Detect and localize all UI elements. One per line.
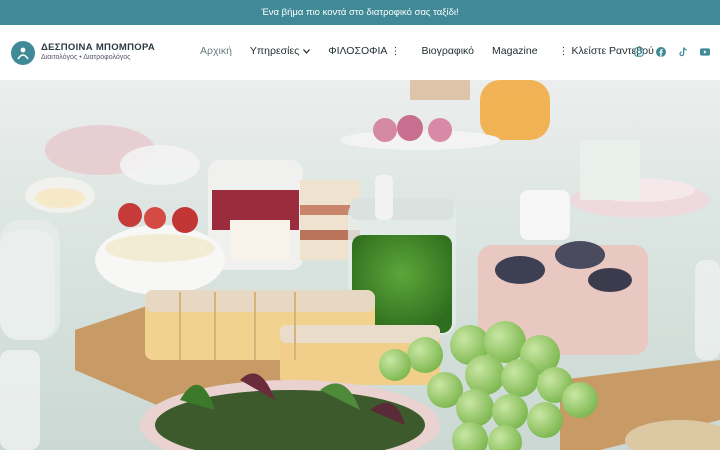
nav-home[interactable]: Αρχική	[200, 45, 232, 57]
more-dots-icon: ⋮	[390, 45, 401, 57]
logo-subtitle: Διαιτολόγος • Διατροφολόγος	[41, 54, 131, 61]
nav-bio[interactable]: Βιογραφικό	[421, 45, 474, 57]
chevron-down-icon	[303, 47, 311, 56]
nav-services[interactable]: Υπηρεσίες	[250, 45, 311, 57]
instagram-icon[interactable]	[634, 47, 644, 57]
youtube-icon[interactable]	[700, 47, 710, 57]
logo-icon	[11, 41, 35, 65]
tiktok-icon[interactable]	[678, 47, 688, 57]
main-nav: Αρχική Υπηρεσίες ΦΙΛΟΣΟΦΙΑ ⋮ Βιογραφικό …	[200, 45, 672, 57]
logo-name: ΔΕΣΠΟΙΝΑ ΜΠΟΜΠΟΡΑ	[41, 42, 156, 53]
announcement-bar: Ένα βήμα πιο κοντά στο διατροφικό σας τα…	[0, 0, 720, 25]
site-logo[interactable]: ΔΕΣΠΟΙΝΑ ΜΠΟΜΠΟΡΑ Διαιτολόγος • Διατροφο…	[11, 41, 155, 65]
more-dots-icon: ⋮	[558, 45, 569, 57]
nav-magazine[interactable]: Magazine	[492, 45, 538, 57]
social-links	[622, 47, 710, 57]
announcement-text: Ένα βήμα πιο κοντά στο διατροφικό σας τα…	[261, 7, 459, 18]
facebook-icon[interactable]	[656, 47, 666, 57]
site-header: ΔΕΣΠΟΙΝΑ ΜΠΟΜΠΟΡΑ Διαιτολόγος • Διατροφο…	[0, 25, 720, 81]
hero-image	[0, 80, 720, 450]
nav-philosophy[interactable]: ΦΙΛΟΣΟΦΙΑ ⋮	[328, 45, 403, 57]
